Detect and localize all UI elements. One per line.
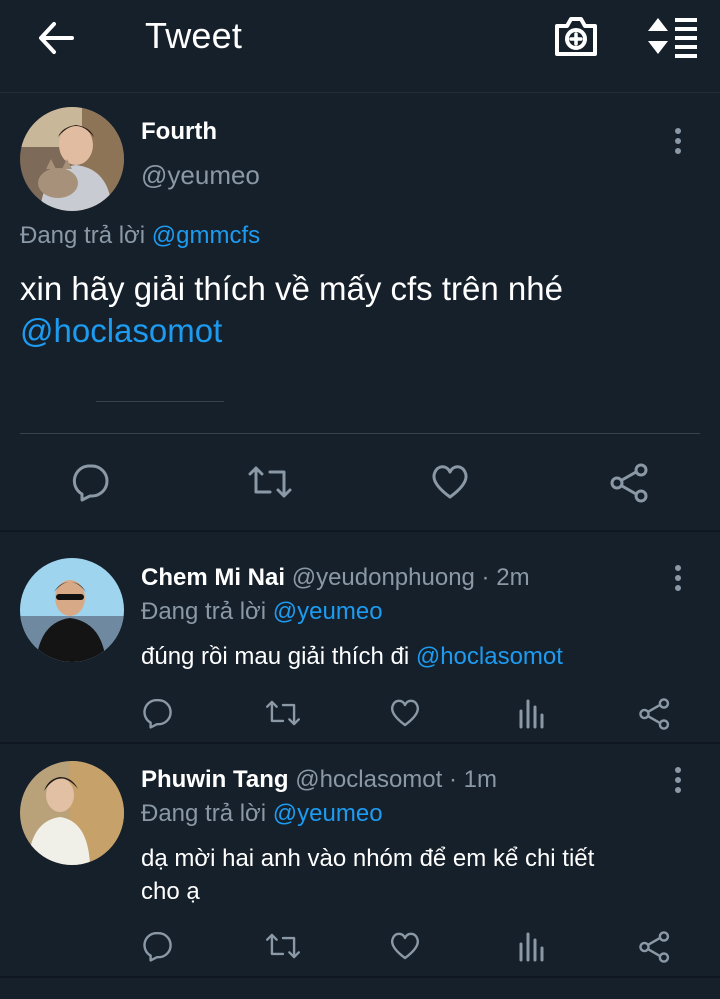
avatar[interactable] — [20, 107, 124, 211]
divider — [0, 530, 720, 532]
mention-link[interactable]: @hoclasomot — [416, 643, 563, 670]
more-options-icon[interactable] — [674, 767, 682, 797]
divider — [0, 742, 720, 744]
more-options-icon[interactable] — [674, 128, 682, 158]
reply-icon[interactable] — [70, 462, 110, 502]
replying-to: Đang trả lời @yeumeo — [141, 800, 383, 828]
reply-header: Chem Mi Nai @yeudonphuong · 2m — [141, 564, 530, 592]
analytics-icon[interactable] — [517, 697, 545, 729]
replying-prefix: Đang trả lời — [141, 800, 267, 827]
share-icon[interactable] — [609, 462, 651, 504]
divider — [0, 976, 720, 978]
replying-prefix: Đang trả lời — [141, 598, 267, 625]
avatar-photo — [20, 107, 124, 211]
replying-prefix: Đang trả lời — [20, 222, 146, 249]
retweet-icon[interactable] — [264, 697, 302, 729]
author-handle[interactable]: @yeumeo — [141, 160, 260, 191]
avatar[interactable] — [20, 558, 124, 662]
like-icon[interactable] — [430, 462, 470, 502]
reply-icon[interactable] — [141, 697, 173, 729]
author-name[interactable]: Fourth — [141, 118, 217, 146]
share-icon[interactable] — [638, 697, 672, 731]
reply-text: đúng rồi mau giải thích đi @hoclasomot — [141, 640, 681, 673]
replying-mention-link[interactable]: @yeumeo — [273, 800, 383, 827]
reply-handle-time[interactable]: @hoclasomot · 1m — [295, 766, 497, 793]
replying-to: Đang trả lời @gmmcfs — [20, 222, 260, 250]
divider — [96, 401, 224, 402]
more-options-icon[interactable] — [674, 565, 682, 595]
retweet-icon[interactable] — [246, 462, 294, 502]
avatar-photo — [20, 761, 124, 865]
reply-text: dạ mời hai anh vào nhóm để em kể chi tiế… — [141, 842, 681, 908]
page-title: Tweet — [145, 15, 243, 56]
reply-author-name[interactable]: Phuwin Tang — [141, 766, 289, 793]
replying-to: Đang trả lời @yeumeo — [141, 598, 383, 626]
reply-header: Phuwin Tang @hoclasomot · 1m — [141, 766, 497, 794]
tweet-text: xin hãy giải thích về mấy cfs trên nhé @… — [20, 268, 700, 352]
reply-author-name[interactable]: Chem Mi Nai — [141, 564, 285, 591]
avatar-photo — [20, 558, 124, 662]
reply-icon[interactable] — [141, 930, 173, 962]
analytics-icon[interactable] — [517, 930, 545, 962]
top-bar: Tweet — [0, 0, 720, 93]
retweet-icon[interactable] — [264, 930, 302, 962]
sort-icon[interactable] — [646, 14, 698, 58]
tweet-body: xin hãy giải thích về mấy cfs trên nhé — [20, 270, 563, 307]
like-icon[interactable] — [389, 697, 421, 729]
reply-handle-time[interactable]: @yeudonphuong · 2m — [292, 564, 530, 591]
arrow-left-icon[interactable] — [36, 18, 76, 58]
camera-add-icon[interactable] — [553, 14, 599, 58]
replying-mention-link[interactable]: @gmmcfs — [152, 222, 260, 249]
reply-body-line2: cho ạ — [141, 878, 200, 905]
mention-link[interactable]: @hoclasomot — [20, 312, 222, 349]
avatar[interactable] — [20, 761, 124, 865]
replying-mention-link[interactable]: @yeumeo — [273, 598, 383, 625]
divider — [20, 433, 700, 434]
share-icon[interactable] — [638, 930, 672, 964]
like-icon[interactable] — [389, 930, 421, 962]
reply-body-line1: dạ mời hai anh vào nhóm để em kể chi tiế… — [141, 845, 595, 872]
reply-body: đúng rồi mau giải thích đi — [141, 643, 410, 670]
